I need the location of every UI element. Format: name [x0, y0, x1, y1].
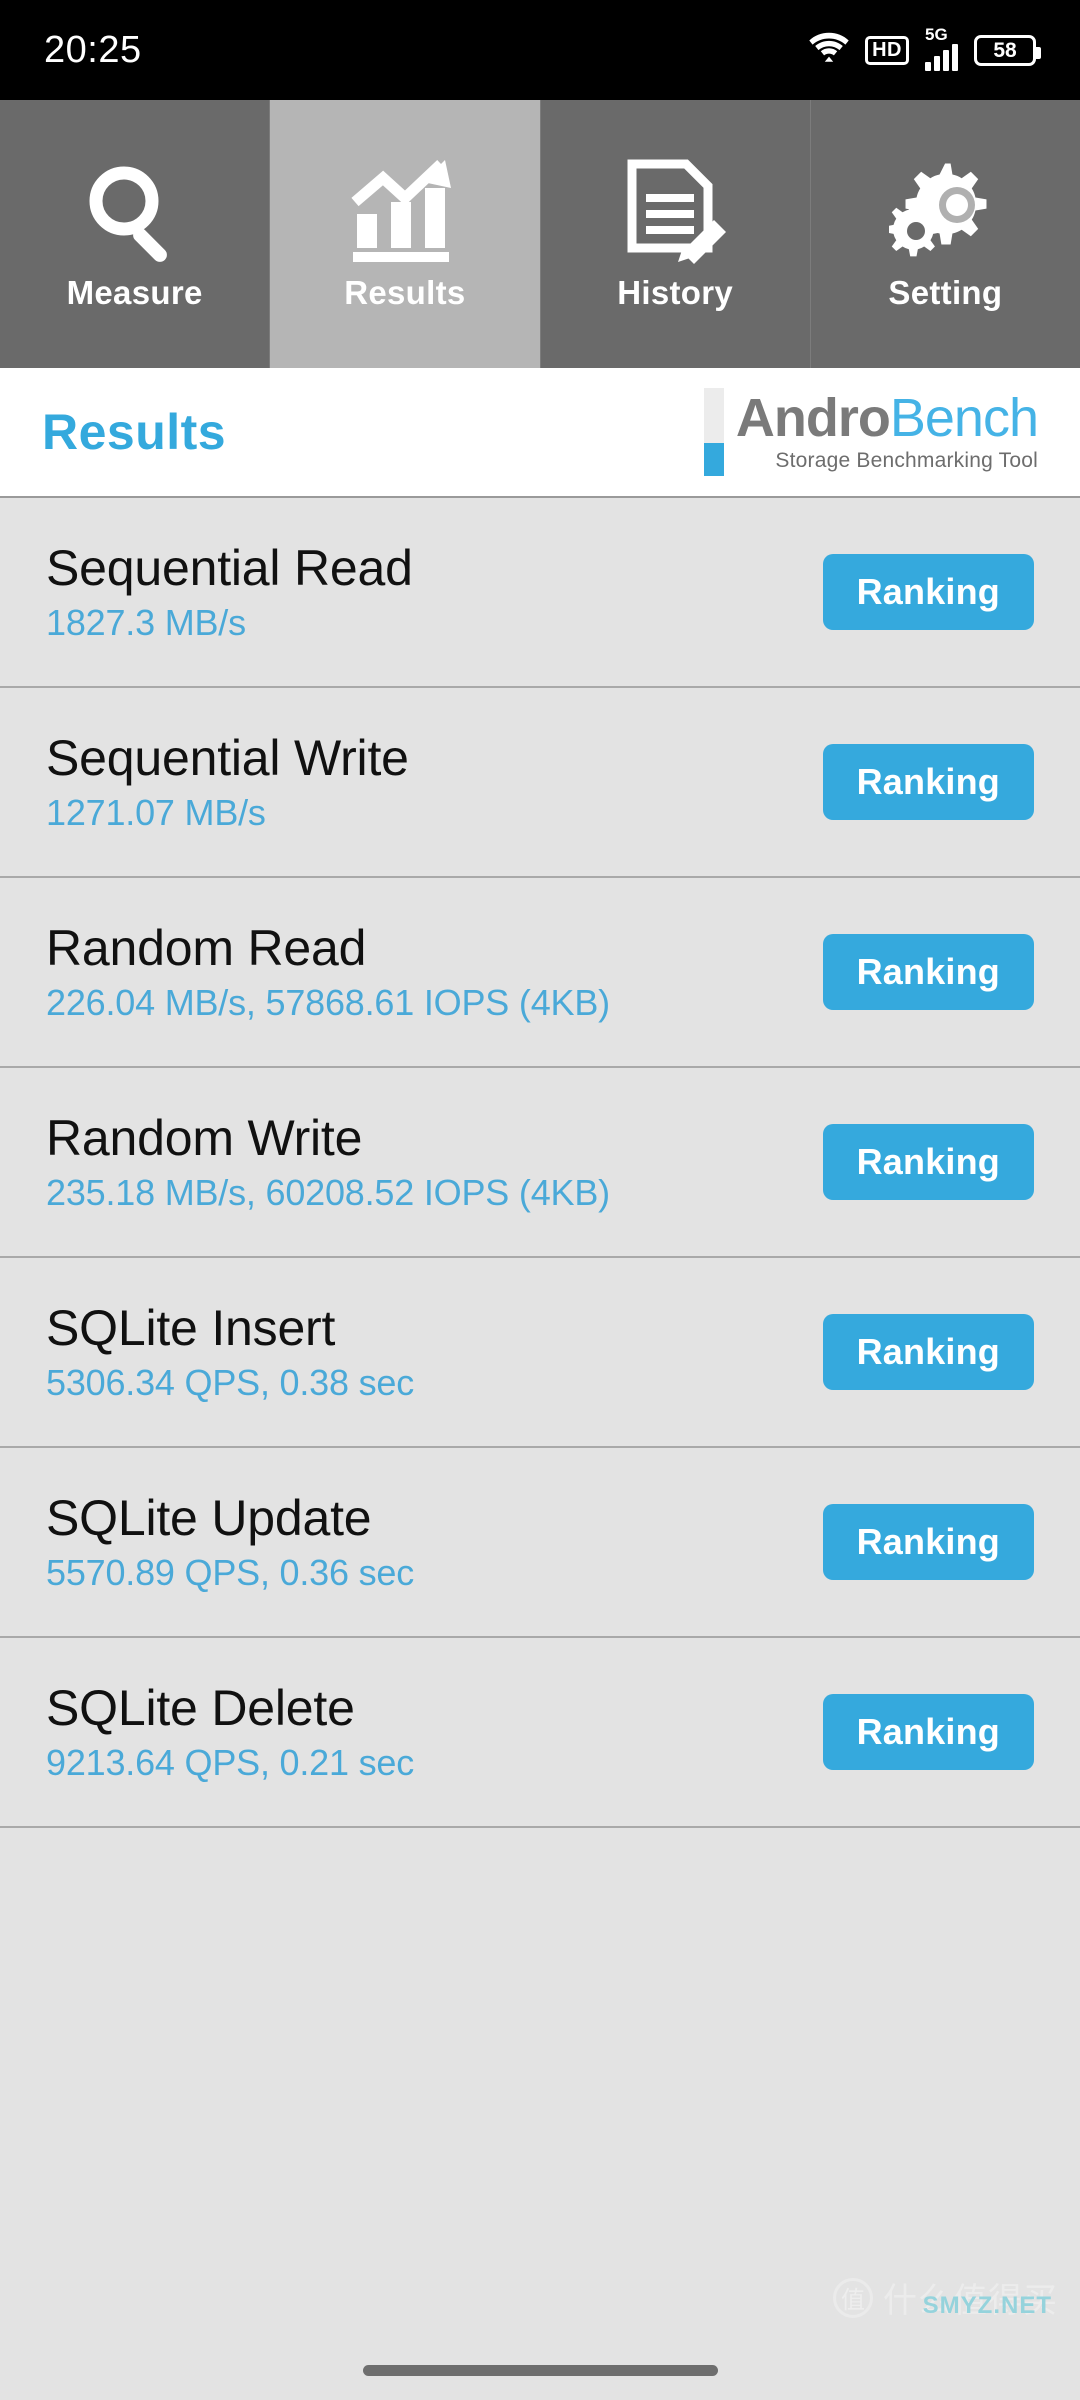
ranking-button[interactable]: Ranking [822, 554, 1034, 630]
row-texts: Random Read 226.04 MB/s, 57868.61 IOPS (… [46, 922, 610, 1022]
status-bar: 20:25 HD 5G 58 [0, 0, 1080, 100]
logo-name: AndroBench [735, 388, 1039, 449]
empty-area: 值 什么值得买 SMYZ.NET [0, 1828, 1080, 2340]
logo-text: AndroBench Storage Benchmarking Tool [735, 388, 1039, 472]
magnifier-icon [81, 156, 189, 268]
result-value: 1271.07 MB/s [46, 792, 266, 834]
result-value: 9213.64 QPS, 0.21 sec [46, 1742, 415, 1784]
row-texts: Random Write 235.18 MB/s, 60208.52 IOPS … [46, 1112, 610, 1212]
row-texts: SQLite Delete 9213.64 QPS, 0.21 sec [46, 1682, 414, 1782]
logo-bar-icon [703, 388, 724, 476]
result-title: SQLite Delete [46, 1679, 355, 1736]
battery-icon: 58 [974, 34, 1041, 66]
ranking-button[interactable]: Ranking [822, 1504, 1034, 1580]
result-title: Sequential Read [46, 539, 413, 596]
result-title: SQLite Update [46, 1489, 372, 1546]
table-row[interactable]: Sequential Write 1271.07 MB/s Ranking [0, 688, 1080, 878]
watermark-domain: SMYZ.NET [922, 2292, 1052, 2319]
row-texts: Sequential Write 1271.07 MB/s [46, 732, 409, 832]
ranking-button[interactable]: Ranking [822, 1694, 1034, 1770]
page-title: Results [42, 404, 227, 460]
result-title: Random Read [46, 919, 367, 976]
ranking-button[interactable]: Ranking [822, 1314, 1034, 1390]
row-texts: SQLite Insert 5306.34 QPS, 0.38 sec [46, 1302, 414, 1402]
cellular-signal-icon: 5G [925, 26, 958, 71]
table-row[interactable]: Random Write 235.18 MB/s, 60208.52 IOPS … [0, 1068, 1080, 1258]
gears-icon [889, 156, 1001, 268]
tab-measure[interactable]: Measure [0, 100, 271, 368]
tab-label: Setting [888, 274, 1003, 311]
result-title: Random Write [46, 1109, 363, 1166]
table-row[interactable]: SQLite Insert 5306.34 QPS, 0.38 sec Rank… [0, 1258, 1080, 1448]
ranking-button[interactable]: Ranking [822, 744, 1034, 820]
wifi-icon [809, 31, 849, 70]
home-indicator[interactable] [362, 2364, 718, 2376]
row-texts: SQLite Update 5570.89 QPS, 0.36 sec [46, 1492, 414, 1592]
tab-setting[interactable]: Setting [810, 100, 1080, 368]
row-texts: Sequential Read 1827.3 MB/s [46, 542, 413, 642]
ranking-button[interactable]: Ranking [822, 1124, 1034, 1200]
table-row[interactable]: SQLite Update 5570.89 QPS, 0.36 sec Rank… [0, 1448, 1080, 1638]
tab-label: Results [344, 274, 466, 311]
table-row[interactable]: SQLite Delete 9213.64 QPS, 0.21 sec Rank… [0, 1638, 1080, 1828]
tab-label: Measure [66, 274, 203, 311]
table-row[interactable]: Sequential Read 1827.3 MB/s Ranking [0, 498, 1080, 688]
battery-level: 58 [993, 38, 1017, 62]
tab-bar: Measure Results History Setting [0, 100, 1080, 368]
logo-name-bench: Bench [889, 388, 1039, 449]
result-title: Sequential Write [46, 729, 409, 786]
hd-icon: HD [865, 35, 909, 65]
status-icons: HD 5G 58 [809, 26, 1041, 71]
logo-name-andro: Andro [735, 388, 891, 449]
tab-results[interactable]: Results [270, 100, 541, 368]
result-value: 235.18 MB/s, 60208.52 IOPS (4KB) [46, 1172, 610, 1214]
bar-chart-arrow-icon [349, 156, 461, 268]
app-screen: 20:25 HD 5G 58 Measure Results History S… [0, 0, 1080, 2400]
logo-tagline: Storage Benchmarking Tool [775, 448, 1038, 472]
ranking-button[interactable]: Ranking [822, 934, 1034, 1010]
document-pencil-icon [620, 156, 730, 268]
watermark-badge-icon: 值 [833, 2277, 873, 2318]
status-time: 20:25 [44, 28, 142, 71]
results-list: Sequential Read 1827.3 MB/s Ranking Sequ… [0, 498, 1080, 1828]
result-value: 5570.89 QPS, 0.36 sec [46, 1552, 415, 1594]
page-header: Results AndroBench Storage Benchmarking … [0, 368, 1080, 498]
androbench-logo: AndroBench Storage Benchmarking Tool [703, 388, 1039, 476]
tab-label: History [617, 274, 734, 311]
result-title: SQLite Insert [46, 1299, 336, 1356]
system-nav-bar [0, 2340, 1080, 2400]
result-value: 5306.34 QPS, 0.38 sec [46, 1362, 415, 1404]
tab-history[interactable]: History [540, 100, 811, 368]
watermark: 值 什么值得买 SMYZ.NET [833, 2273, 1058, 2322]
result-value: 226.04 MB/s, 57868.61 IOPS (4KB) [46, 982, 610, 1024]
table-row[interactable]: Random Read 226.04 MB/s, 57868.61 IOPS (… [0, 878, 1080, 1068]
result-value: 1827.3 MB/s [46, 602, 246, 644]
